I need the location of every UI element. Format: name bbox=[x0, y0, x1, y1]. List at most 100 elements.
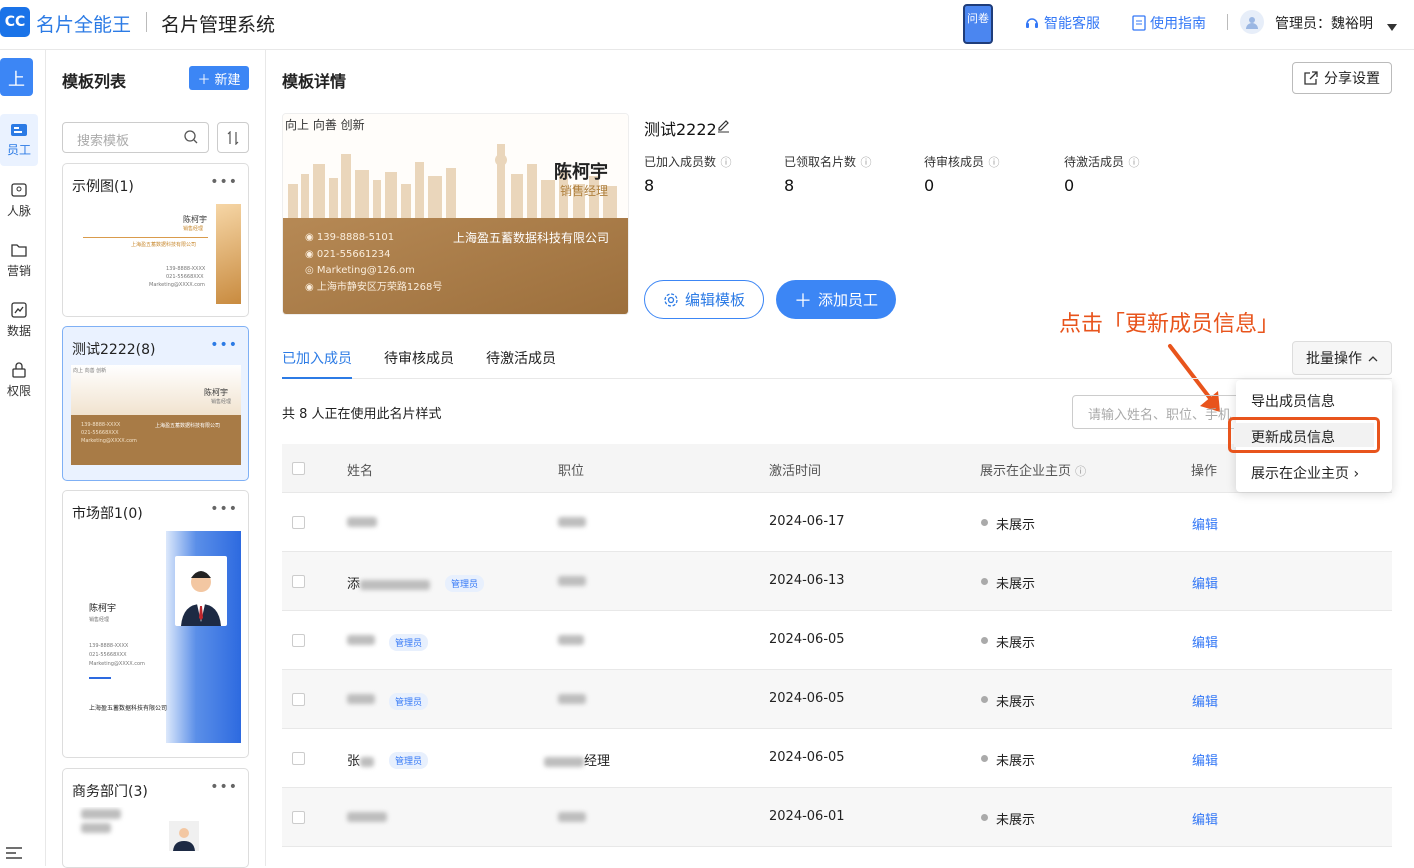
nav-item-contacts[interactable]: 人脉 bbox=[0, 174, 38, 226]
nav-item-marketing[interactable]: 营销 bbox=[0, 234, 38, 286]
preview-role: 销售经理 bbox=[211, 399, 232, 405]
member-count-summary: 共 8 人正在使用此名片样式 bbox=[282, 407, 442, 422]
member-name bbox=[347, 514, 377, 529]
template-list-title: 模板列表 bbox=[62, 72, 127, 91]
member-search-input[interactable]: 请输入姓名、职位、手机 bbox=[1072, 395, 1252, 429]
info-icon: ⓘ bbox=[720, 156, 732, 169]
column-header-activation-time: 激活时间 bbox=[769, 464, 822, 479]
user-guide-link[interactable]: 使用指南 bbox=[1132, 13, 1206, 33]
edit-member-link[interactable]: 编辑 bbox=[1192, 691, 1218, 710]
nav-item-employees[interactable]: 员工 bbox=[0, 114, 38, 166]
status-dot bbox=[981, 696, 988, 703]
homepage-status: 未展示 bbox=[996, 577, 1036, 592]
template-preview: 陈柯宇 销售经理 上海盈五蓄数据科技有限公司 139-8888-XXXX 021… bbox=[71, 204, 241, 304]
redacted-text bbox=[81, 823, 111, 833]
edit-member-link[interactable]: 编辑 bbox=[1192, 809, 1218, 828]
more-icon[interactable]: ••• bbox=[210, 501, 238, 517]
admin-menu-chevron-icon[interactable] bbox=[1387, 19, 1397, 35]
member-title bbox=[558, 573, 586, 588]
edit-name-icon[interactable] bbox=[716, 118, 731, 137]
app-logo[interactable]: CC bbox=[0, 7, 30, 37]
tab-pending-review[interactable]: 待审核成员 bbox=[384, 348, 454, 368]
preview-phone: 139-8888-XXXX bbox=[89, 643, 129, 649]
activation-date: 2024-06-05 bbox=[769, 632, 845, 647]
user-guide-label: 使用指南 bbox=[1150, 16, 1206, 32]
select-all-checkbox[interactable] bbox=[292, 462, 305, 475]
stat-pending-review: 待审核成员 ⓘ 0 bbox=[924, 153, 999, 195]
nav-item-permissions[interactable]: 权限 bbox=[0, 354, 38, 406]
header-divider-2 bbox=[1227, 14, 1228, 30]
tab-pending-activation[interactable]: 待激活成员 bbox=[486, 348, 556, 368]
survey-button[interactable]: 问卷 bbox=[963, 4, 993, 44]
edit-member-link[interactable]: 编辑 bbox=[1192, 573, 1218, 592]
member-title bbox=[558, 632, 584, 647]
row-checkbox[interactable] bbox=[292, 634, 305, 647]
portrait-icon bbox=[173, 828, 195, 851]
system-title: 名片管理系统 bbox=[161, 14, 276, 36]
nav-item-data[interactable]: 数据 bbox=[0, 294, 38, 346]
edit-template-button[interactable]: 编辑模板 bbox=[644, 280, 764, 319]
row-checkbox[interactable] bbox=[292, 693, 305, 706]
new-template-button[interactable]: ＋ 新建 bbox=[189, 66, 249, 90]
admin-badge: 管理员 bbox=[389, 752, 429, 769]
card-contacts: ◉ 139-8888-5101 ◉ 021-55661234 ◎ Marketi… bbox=[305, 230, 442, 296]
template-name: 测试2222 bbox=[644, 120, 717, 139]
admin-avatar[interactable] bbox=[1240, 10, 1264, 34]
menu-item-export-members[interactable]: 导出成员信息 bbox=[1251, 391, 1335, 411]
stat-received: 已领取名片数 ⓘ 8 bbox=[784, 153, 871, 195]
redacted-text bbox=[558, 693, 586, 704]
redacted-text bbox=[360, 579, 431, 590]
template-card-example[interactable]: 示例图(1) ••• 陈柯宇 销售经理 上海盈五蓄数据科技有限公司 139-88… bbox=[62, 163, 249, 317]
menu-item-update-members[interactable]: 更新成员信息 bbox=[1251, 427, 1335, 447]
member-title: 经理 bbox=[544, 750, 610, 769]
plus-icon: ＋ bbox=[793, 290, 812, 312]
batch-operations-button[interactable]: 批量操作 bbox=[1292, 341, 1392, 375]
edit-member-link[interactable]: 编辑 bbox=[1192, 514, 1218, 533]
header-divider bbox=[146, 12, 147, 32]
template-search-placeholder: 搜索模板 bbox=[77, 134, 130, 149]
card-phone: ◉ 139-8888-5101 bbox=[305, 232, 395, 243]
preview-phone: 139-8888-XXXX bbox=[166, 266, 206, 272]
more-icon[interactable]: ••• bbox=[210, 337, 238, 353]
share-icon bbox=[1304, 71, 1318, 85]
template-card-market[interactable]: 市场部1(0) ••• 陈柯宇 销售经理 139-8888-XXXX 021-5… bbox=[62, 490, 249, 758]
template-card-business[interactable]: 商务部门(3) ••• bbox=[62, 768, 249, 868]
row-checkbox[interactable] bbox=[292, 752, 305, 765]
org-badge[interactable]: 上 bbox=[0, 58, 33, 96]
preview-email: Marketing@XXXX.com bbox=[89, 661, 145, 667]
row-checkbox[interactable] bbox=[292, 516, 305, 529]
smart-service-link[interactable]: 智能客服 bbox=[1024, 13, 1100, 33]
more-icon[interactable]: ••• bbox=[210, 779, 238, 795]
preview-company: 上海盈五蓄数据科技有限公司 bbox=[131, 242, 197, 248]
member-name: 张 bbox=[347, 750, 375, 769]
sort-button[interactable] bbox=[217, 122, 249, 153]
share-settings-button[interactable]: 分享设置 bbox=[1292, 62, 1392, 94]
redacted-text bbox=[558, 516, 586, 527]
column-header-name: 姓名 bbox=[347, 464, 374, 479]
add-employee-button[interactable]: ＋ 添加员工 bbox=[776, 280, 896, 319]
stat-value: 8 bbox=[784, 176, 795, 195]
sort-icon bbox=[227, 130, 239, 145]
more-icon[interactable]: ••• bbox=[210, 174, 238, 190]
document-icon bbox=[1132, 15, 1146, 31]
tab-joined-members[interactable]: 已加入成员 bbox=[282, 348, 352, 368]
template-card-test2222[interactable]: 测试2222(8) ••• 向上 向善 创新 陈柯宇 销售经理 上海盈五蓄数据科… bbox=[62, 326, 249, 481]
stat-label: 待审核成员 bbox=[924, 155, 985, 169]
preview-role: 销售经理 bbox=[183, 226, 204, 232]
edit-member-link[interactable]: 编辑 bbox=[1192, 632, 1218, 651]
share-settings-label: 分享设置 bbox=[1324, 71, 1380, 87]
activation-date: 2024-06-05 bbox=[769, 750, 845, 765]
menu-item-show-homepage[interactable]: 展示在企业主页 › bbox=[1251, 463, 1359, 483]
member-name bbox=[347, 691, 375, 706]
preview-photo bbox=[169, 821, 199, 851]
headset-icon bbox=[1026, 18, 1038, 28]
collapse-menu-icon[interactable] bbox=[6, 846, 22, 864]
search-icon[interactable] bbox=[184, 130, 198, 148]
edit-member-link[interactable]: 编辑 bbox=[1192, 750, 1218, 769]
template-detail-title: 模板详情 bbox=[282, 72, 347, 91]
row-checkbox[interactable] bbox=[292, 575, 305, 588]
nav-label: 营销 bbox=[6, 263, 31, 278]
row-checkbox[interactable] bbox=[292, 811, 305, 824]
brand-name: 名片全能王 bbox=[36, 14, 132, 36]
tab-active-indicator bbox=[282, 377, 352, 379]
